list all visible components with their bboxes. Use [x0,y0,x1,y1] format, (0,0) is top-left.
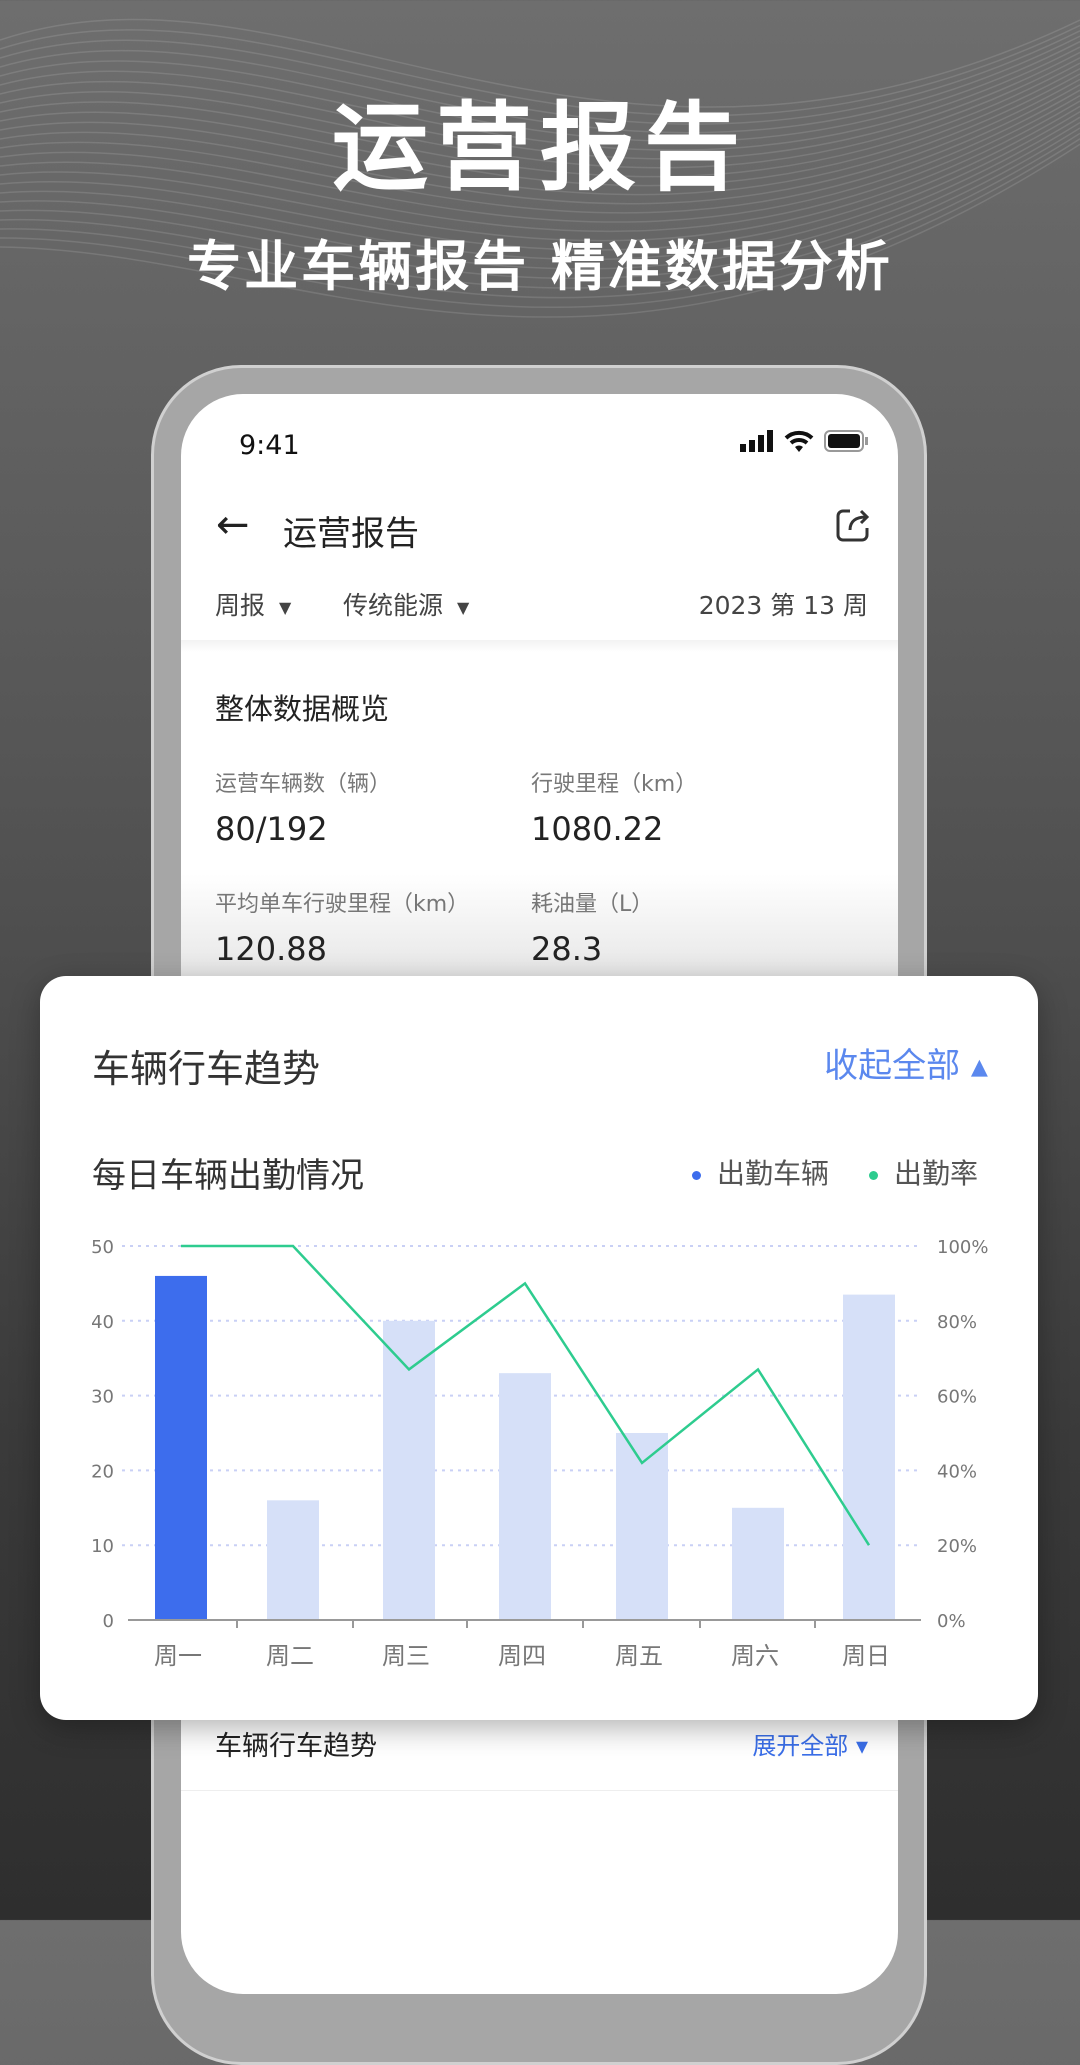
overview-title: 整体数据概览 [215,692,390,726]
collapse-all-button[interactable]: 收起全部 ▴ [824,1038,988,1087]
stat-fuel: 耗油量（L） 28.3 [531,892,654,968]
divider [181,640,898,652]
stat-avg-mileage: 平均单车行驶里程（km） 120.88 [215,892,470,968]
divider [181,1790,898,1791]
status-time: 9:41 [239,430,300,461]
section-title: 车辆行车趋势 [215,1731,377,1762]
week-label[interactable]: 2023 第 13 周 [699,586,868,622]
stat-mileage: 行驶里程（km） 1080.22 [531,772,698,848]
nav-title: 运营报告 [283,514,419,554]
hero-title: 运营报告 [332,92,748,204]
battery-icon [824,430,868,452]
signal-icon [740,430,773,452]
arrow-left-icon[interactable]: ← [216,502,250,548]
legend-line: 出勤率 [868,1152,978,1192]
stat-vehicles: 运营车辆数（辆） 80/192 [215,772,392,848]
chart-legend: 出勤车辆 出勤率 [691,1152,978,1192]
legend-bar: 出勤车辆 [691,1152,829,1192]
trend-card: 车辆行车趋势 收起全部 ▴ 每日车辆出勤情况 出勤车辆 出勤率 [40,976,1038,1720]
share-icon[interactable] [834,506,872,544]
expand-all-button[interactable]: 展开全部 ▾ [752,1726,868,1761]
energy-dropdown[interactable]: 传统能源 ▼ [343,586,469,622]
card-title: 车辆行车趋势 [92,1047,321,1091]
period-dropdown[interactable]: 周报 ▼ [215,586,291,622]
caret-down-icon: ▼ [279,597,292,617]
hero-subtitle: 专业车辆报告 精准数据分析 [187,235,893,298]
chart-title: 每日车辆出勤情况 [92,1156,364,1196]
caret-down-icon: ▼ [457,597,470,617]
wifi-icon [784,430,814,452]
